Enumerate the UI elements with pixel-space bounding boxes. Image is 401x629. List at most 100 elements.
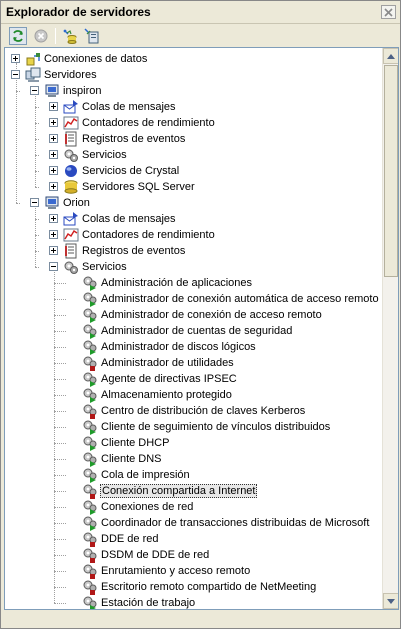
service-running-icon: [83, 452, 97, 467]
scroll-down-button[interactable]: [383, 593, 398, 609]
service-stopped-icon: [83, 564, 97, 579]
collapse-button[interactable]: [30, 198, 39, 207]
scroll-thumb[interactable]: [384, 65, 398, 277]
tree-node[interactable]: Cliente DNS: [5, 451, 383, 467]
tree-node[interactable]: Administrador de cuentas de seguridad: [5, 323, 383, 339]
connect-server-icon: [84, 28, 99, 44]
toolbar-separator: [55, 28, 56, 44]
tree-node[interactable]: Servicios de Crystal: [5, 163, 383, 179]
tree-node-label: Servicios: [82, 261, 127, 273]
tree-node-label: Estación de trabajo: [101, 597, 196, 609]
arrow-down-icon: [387, 598, 395, 604]
collapse-button[interactable]: [49, 262, 58, 271]
tree-node-label: DSDM de DDE de red: [101, 549, 210, 561]
tree-node[interactable]: Conexiones de datos: [5, 51, 383, 67]
tree-node[interactable]: Enrutamiento y acceso remoto: [5, 563, 383, 579]
tree-node[interactable]: Servicios: [5, 147, 383, 163]
tree-node[interactable]: Orion: [5, 195, 383, 211]
expand-button[interactable]: [49, 230, 58, 239]
message-queue-icon: [63, 100, 78, 114]
service-running-icon: [83, 420, 97, 435]
tree-node[interactable]: Cliente de seguimiento de vínculos distr…: [5, 419, 383, 435]
close-button[interactable]: [381, 5, 396, 19]
tree-node[interactable]: DSDM de DDE de red: [5, 547, 383, 563]
service-running-icon: [83, 324, 97, 339]
tree-node[interactable]: Contadores de rendimiento: [5, 115, 383, 131]
collapse-button[interactable]: [11, 70, 20, 79]
connect-to-server-button[interactable]: [83, 27, 101, 45]
tree-node[interactable]: Administrador de utilidades: [5, 355, 383, 371]
stop-button[interactable]: [32, 27, 50, 45]
tree-node[interactable]: Servidores: [5, 67, 383, 83]
expand-button[interactable]: [49, 214, 58, 223]
tree-node[interactable]: Registros de eventos: [5, 131, 383, 147]
collapse-button[interactable]: [30, 86, 39, 95]
scroll-up-button[interactable]: [383, 48, 398, 64]
tree-node[interactable]: Servicios: [5, 259, 383, 275]
service-running-icon: [83, 308, 97, 323]
window-title: Explorador de servidores: [6, 5, 151, 19]
tree-node-label: Administración de aplicaciones: [101, 277, 253, 289]
expand-button[interactable]: [49, 182, 58, 191]
tree-node-label: Centro de distribución de claves Kerbero…: [101, 405, 306, 417]
tree-node[interactable]: Agente de directivas IPSEC: [5, 371, 383, 387]
tree-node[interactable]: Escritorio remoto compartido de NetMeeti…: [5, 579, 383, 595]
service-running-icon: [83, 500, 97, 515]
tree-node-label: Servicios: [82, 149, 127, 161]
tree-node[interactable]: Colas de mensajes: [5, 99, 383, 115]
tree-node-label: Servicios de Crystal: [82, 165, 180, 177]
tree-node-label: Escritorio remoto compartido de NetMeeti…: [101, 581, 317, 593]
service-running-icon: [83, 516, 97, 531]
tree-node-label: inspiron: [63, 85, 102, 97]
expand-button[interactable]: [49, 246, 58, 255]
tree-node-label: DDE de red: [101, 533, 159, 545]
refresh-button[interactable]: [9, 27, 27, 45]
tree-node-label: Conexión compartida a Internet: [100, 484, 258, 498]
tree-node[interactable]: Administrador de discos lógicos: [5, 339, 383, 355]
tree-node[interactable]: Servidores SQL Server: [5, 179, 383, 195]
connect-to-database-button[interactable]: [61, 27, 79, 45]
tree-node-label: Administrador de conexión automática de …: [101, 293, 379, 305]
tree-node[interactable]: Centro de distribución de claves Kerbero…: [5, 403, 383, 419]
servers-icon: [25, 67, 41, 82]
tree-node[interactable]: Conexiones de red: [5, 499, 383, 515]
tree-node-label: Administrador de discos lógicos: [101, 341, 256, 353]
arrow-up-icon: [387, 53, 395, 59]
expand-button[interactable]: [49, 118, 58, 127]
expand-button[interactable]: [49, 134, 58, 143]
tree-node-label: Cliente DNS: [101, 453, 162, 465]
tree-node[interactable]: Administrador de conexión automática de …: [5, 291, 383, 307]
tree-node-label: Contadores de rendimiento: [82, 229, 215, 241]
server-explorer-window: Explorador de servidores Conexiones de d…: [0, 0, 401, 629]
computer-icon: [45, 196, 59, 209]
tree-node-label: Cliente DHCP: [101, 437, 170, 449]
tree-node[interactable]: Cola de impresión: [5, 467, 383, 483]
message-queue-icon: [63, 212, 78, 226]
tree-node[interactable]: Cliente DHCP: [5, 435, 383, 451]
tree-node[interactable]: Estación de trabajo: [5, 595, 383, 609]
expand-button[interactable]: [11, 54, 20, 63]
tree-node-label: Cliente de seguimiento de vínculos distr…: [101, 421, 331, 433]
service-stopped-icon: [83, 548, 97, 563]
expand-button[interactable]: [49, 150, 58, 159]
tree-node[interactable]: inspiron: [5, 83, 383, 99]
tree-node[interactable]: Conexión compartida a Internet: [5, 483, 383, 499]
tree-node[interactable]: Registros de eventos: [5, 243, 383, 259]
vertical-scrollbar[interactable]: [382, 48, 398, 609]
server-tree: Conexiones de datos Servidores inspiron Col…: [5, 48, 383, 609]
tree-node-label: Almacenamiento protegido: [101, 389, 232, 401]
service-stopped-icon: [83, 580, 97, 595]
tree-node[interactable]: Administrador de conexión de acceso remo…: [5, 307, 383, 323]
tree-node[interactable]: Colas de mensajes: [5, 211, 383, 227]
expand-button[interactable]: [49, 166, 58, 175]
tree-node[interactable]: Administración de aplicaciones: [5, 275, 383, 291]
tree-node[interactable]: Contadores de rendimiento: [5, 227, 383, 243]
tree-node[interactable]: Almacenamiento protegido: [5, 387, 383, 403]
expand-button[interactable]: [49, 102, 58, 111]
services-gear-icon: [64, 261, 78, 274]
service-stopped-icon: [83, 532, 97, 547]
tree-node-label: Conexiones de datos: [44, 53, 148, 65]
tree-node-label: Enrutamiento y acceso remoto: [101, 565, 251, 577]
tree-node[interactable]: Coordinador de transacciones distribuida…: [5, 515, 383, 531]
tree-node[interactable]: DDE de red: [5, 531, 383, 547]
